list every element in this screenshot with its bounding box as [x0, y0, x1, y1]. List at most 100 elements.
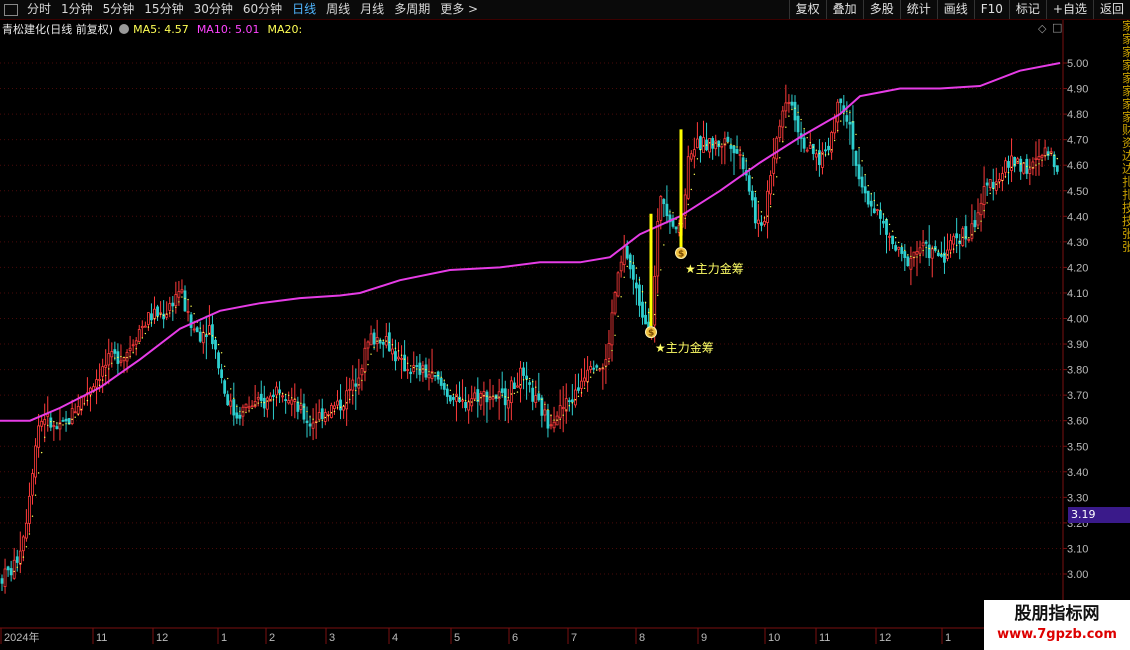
- candle-body: [458, 396, 461, 403]
- candle-body: [546, 410, 550, 429]
- candle-body: [451, 397, 455, 400]
- candle-body: [784, 102, 788, 112]
- ma-dot-point: [608, 360, 610, 363]
- candle-body: [994, 181, 998, 191]
- ma-dot-point: [352, 394, 354, 397]
- candle-body: [875, 209, 879, 211]
- x-tick-label: 7: [571, 632, 577, 644]
- candle-body: [567, 400, 571, 403]
- ma-dot-point: [162, 314, 165, 317]
- candle-body: [6, 566, 10, 571]
- ma-dot-point: [223, 365, 226, 368]
- candle-body: [595, 365, 599, 368]
- ma-dot-point: [254, 404, 256, 406]
- candle-body: [455, 393, 458, 402]
- ma-dot-point: [852, 121, 854, 123]
- candle-body: [52, 425, 56, 427]
- candle-body: [622, 245, 626, 266]
- ma-dot-point: [772, 193, 775, 195]
- ma-dot-point: [782, 141, 784, 143]
- ma-dot-point: [525, 378, 528, 381]
- ma-dot-point: [80, 408, 83, 411]
- candle-body: [95, 379, 98, 388]
- ma-dot-point: [867, 184, 869, 187]
- ma-dot-point: [614, 334, 616, 336]
- ma-dot-point: [205, 333, 208, 335]
- ma-dot-point: [306, 410, 308, 413]
- ma-dot-point: [242, 411, 244, 413]
- ma-dot-point: [837, 129, 839, 132]
- candle-body: [808, 144, 812, 149]
- ma-dot-point: [74, 416, 76, 418]
- candle-body: [265, 397, 269, 410]
- ma-dot-point: [13, 570, 15, 573]
- ma-dot-point: [995, 183, 997, 185]
- ma-dot-point: [553, 419, 555, 421]
- ma-dot-point: [1053, 154, 1055, 157]
- y-tick-label: 4.40: [1067, 211, 1088, 223]
- candle-body: [763, 220, 766, 225]
- candle-body: [409, 371, 413, 375]
- candle-body: [970, 223, 974, 239]
- candle-body: [500, 388, 504, 393]
- ma-dot-point: [428, 370, 430, 373]
- candle-body: [259, 393, 263, 401]
- ma-dot-point: [294, 398, 296, 400]
- ma-dot-point: [623, 276, 625, 279]
- candle-body: [55, 426, 59, 430]
- candle-body: [1034, 157, 1038, 160]
- candle-body: [372, 332, 376, 345]
- candle-body: [988, 179, 992, 188]
- candle-body: [448, 395, 452, 402]
- price-axis: 5.00 4.90 4.80 4.70 4.60 4.50 4.40 4.30 4.20 4.10…: [1063, 58, 1088, 581]
- x-tick-label: 2: [269, 632, 275, 644]
- candles: [0, 84, 1059, 594]
- candle-body: [757, 219, 760, 225]
- ma-dot-point: [452, 393, 455, 396]
- ma-dot-point: [230, 388, 232, 390]
- ma-dot-point: [422, 368, 424, 370]
- candle-body: [879, 210, 882, 219]
- ma-dot-point: [141, 337, 143, 339]
- ma-dot-point: [925, 246, 927, 249]
- candle-body: [845, 115, 849, 122]
- candle-body: [741, 157, 745, 170]
- candle-body: [46, 413, 50, 417]
- candle-body: [445, 388, 449, 397]
- x-tick-label: 9: [701, 632, 707, 644]
- ma-dot-point: [711, 144, 714, 146]
- candle-body: [522, 367, 525, 376]
- candle-body: [476, 389, 480, 402]
- ma-dot-point: [1029, 166, 1031, 168]
- y-tick-label: 3.70: [1067, 390, 1088, 402]
- candle-body: [936, 252, 940, 257]
- candle-body: [284, 399, 288, 401]
- candle-body: [0, 578, 4, 584]
- ma-dot-point: [31, 515, 34, 517]
- candle-body: [1043, 147, 1047, 156]
- ma-dot-point: [89, 395, 92, 397]
- candle-body: [354, 383, 358, 387]
- candle-body: [888, 235, 891, 238]
- ma-dot-point: [50, 420, 52, 423]
- candle-body: [256, 396, 260, 400]
- candle-body: [760, 222, 763, 226]
- candle-body: [110, 351, 114, 358]
- ma-dot-point: [449, 389, 452, 391]
- ma-dot-point: [733, 144, 735, 147]
- candle-body: [1001, 173, 1004, 181]
- ma-dot-point: [19, 562, 21, 565]
- ma-dot-point: [901, 245, 903, 247]
- ma-dot-point: [693, 173, 696, 176]
- y-tick-label: 4.90: [1067, 84, 1088, 96]
- candle-body: [790, 101, 794, 106]
- ma-dot-point: [400, 354, 403, 356]
- ma-dot-point: [193, 313, 195, 315]
- kline-chart[interactable]: $★主力金筹$★主力金筹 5.004.904.804.704.604.504.4…: [0, 0, 1130, 650]
- x-tick-label: 12: [879, 632, 891, 644]
- candle-body: [702, 137, 705, 153]
- x-tick-label: 12: [156, 632, 168, 644]
- candle-body: [537, 393, 541, 401]
- ma-dot-point: [873, 199, 875, 202]
- candle-body: [827, 145, 830, 151]
